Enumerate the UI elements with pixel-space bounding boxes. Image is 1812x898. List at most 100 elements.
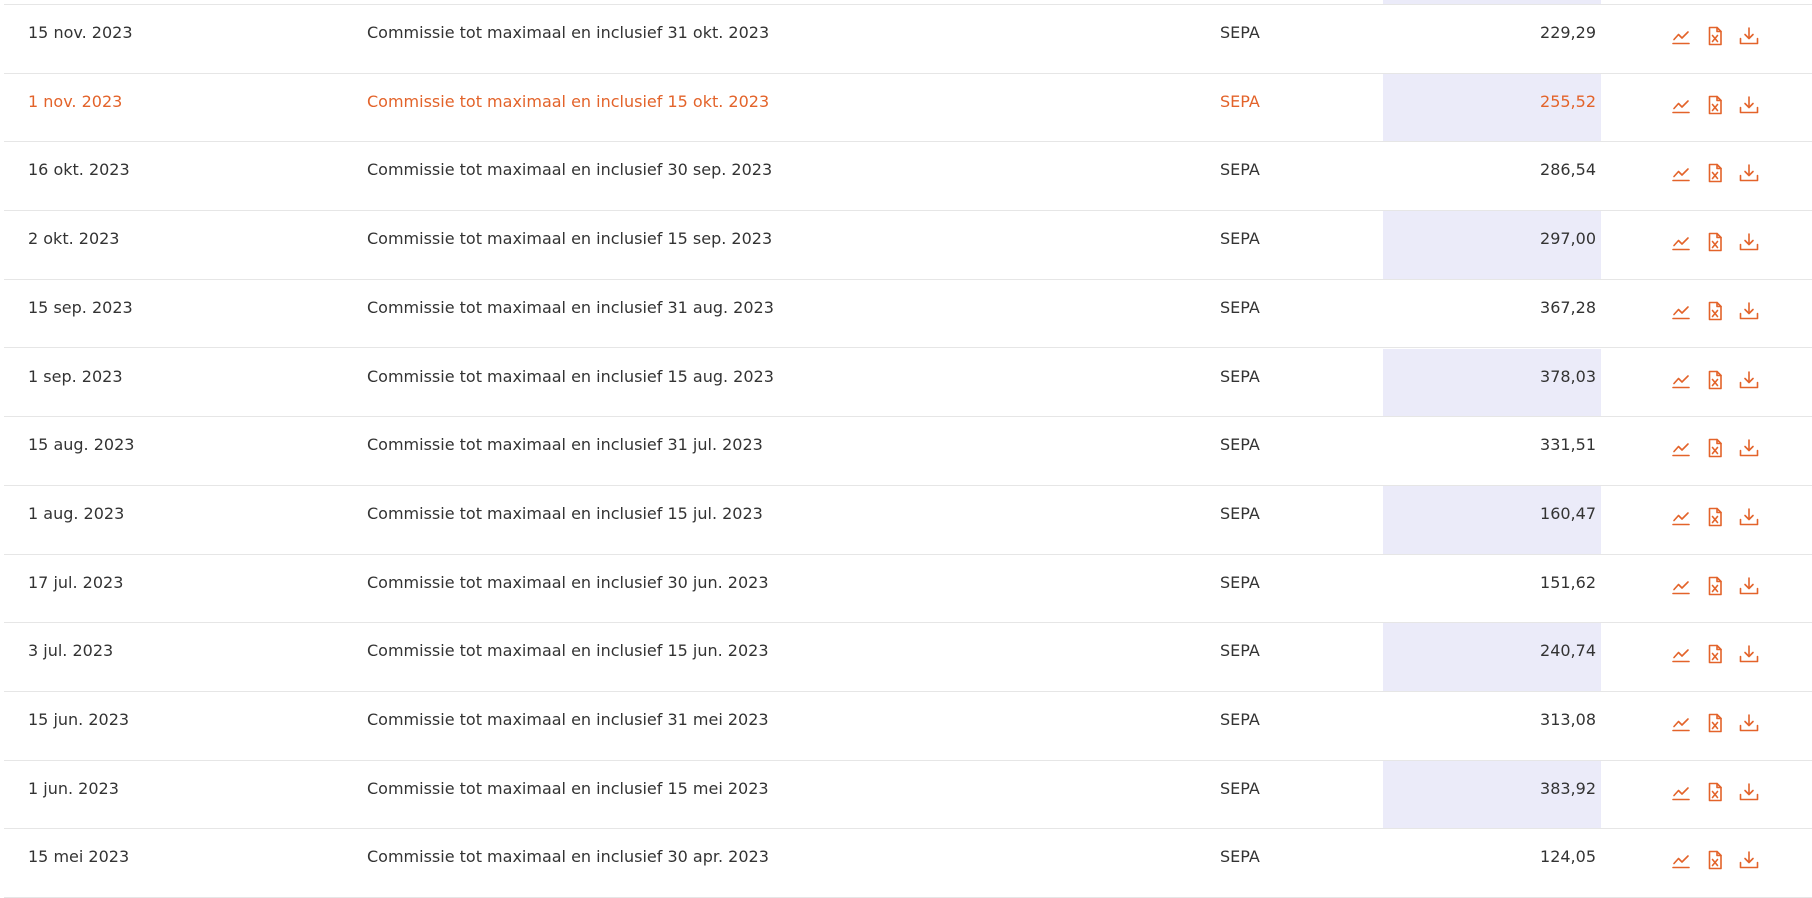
table-row[interactable]: 15 mei 2023 Commissie tot maximaal en inc… xyxy=(4,829,1812,898)
description-cell: Commissie tot maximaal en inclusief 15 o… xyxy=(367,91,770,111)
row-actions xyxy=(1671,370,1759,390)
payment-method-cell: SEPA xyxy=(1220,366,1260,386)
payment-method-cell: SEPA xyxy=(1220,435,1260,455)
row-actions xyxy=(1671,232,1759,252)
download-icon[interactable] xyxy=(1739,438,1759,458)
amount-cell: 331,51 xyxy=(1540,435,1596,455)
chart-icon[interactable] xyxy=(1671,782,1691,802)
table-row[interactable]: 15 aug. 2023 Commissie tot maximaal en in… xyxy=(4,417,1812,486)
download-icon[interactable] xyxy=(1739,301,1759,321)
date-cell: 2 okt. 2023 xyxy=(28,229,120,249)
amount-cell: 160,47 xyxy=(1540,503,1596,523)
payment-method-cell: SEPA xyxy=(1220,641,1260,661)
excel-file-icon[interactable] xyxy=(1705,782,1725,802)
download-icon[interactable] xyxy=(1739,163,1759,183)
row-actions xyxy=(1671,850,1759,870)
commission-payments-table: 15 nov. 2023 Commissie tot maximaal en in… xyxy=(0,0,1812,898)
chart-icon[interactable] xyxy=(1671,644,1691,664)
date-cell: 1 jun. 2023 xyxy=(28,778,119,798)
date-cell: 15 aug. 2023 xyxy=(28,435,135,455)
chart-icon[interactable] xyxy=(1671,438,1691,458)
date-cell: 15 sep. 2023 xyxy=(28,297,133,317)
download-icon[interactable] xyxy=(1739,782,1759,802)
row-actions xyxy=(1671,163,1759,183)
download-icon[interactable] xyxy=(1739,576,1759,596)
date-cell: 1 nov. 2023 xyxy=(28,91,123,111)
chart-icon[interactable] xyxy=(1671,95,1691,115)
excel-file-icon[interactable] xyxy=(1705,576,1725,596)
description-cell: Commissie tot maximaal en inclusief 15 m… xyxy=(367,778,769,798)
amount-cell: 151,62 xyxy=(1540,572,1596,592)
excel-file-icon[interactable] xyxy=(1705,370,1725,390)
date-cell: 15 mei 2023 xyxy=(28,847,130,867)
table-row[interactable]: 2 okt. 2023 Commissie tot maximaal en inc… xyxy=(4,211,1812,280)
table-row[interactable]: 1 jun. 2023 Commissie tot maximaal en inc… xyxy=(4,760,1812,830)
excel-file-icon[interactable] xyxy=(1705,507,1725,527)
description-cell: Commissie tot maximaal en inclusief 31 o… xyxy=(367,23,770,42)
payment-method-cell: SEPA xyxy=(1220,229,1260,249)
excel-file-icon[interactable] xyxy=(1705,438,1725,458)
payment-method-cell: SEPA xyxy=(1220,91,1260,111)
amount-cell: 313,08 xyxy=(1540,710,1596,729)
table-row[interactable]: 16 okt. 2023 Commissie tot maximaal en in… xyxy=(4,142,1812,212)
table-row[interactable]: 1 aug. 2023 Commissie tot maximaal en inc… xyxy=(4,485,1812,555)
chart-icon[interactable] xyxy=(1671,163,1691,183)
excel-file-icon[interactable] xyxy=(1705,95,1725,115)
excel-file-icon[interactable] xyxy=(1705,26,1725,46)
excel-file-icon[interactable] xyxy=(1705,850,1725,870)
table-row[interactable]: 15 sep. 2023 Commissie tot maximaal en in… xyxy=(4,280,1812,349)
table-row[interactable]: 3 jul. 2023 Commissie tot maximaal en inc… xyxy=(4,623,1812,692)
excel-file-icon[interactable] xyxy=(1705,301,1725,321)
table-row[interactable]: 15 nov. 2023 Commissie tot maximaal en in… xyxy=(4,5,1812,74)
chart-icon[interactable] xyxy=(1671,232,1691,252)
chart-icon[interactable] xyxy=(1671,301,1691,321)
row-actions xyxy=(1671,26,1759,46)
row-actions xyxy=(1671,782,1759,802)
download-icon[interactable] xyxy=(1739,713,1759,733)
amount-cell: 229,29 xyxy=(1540,23,1596,42)
payment-method-cell: SEPA xyxy=(1220,160,1260,180)
download-icon[interactable] xyxy=(1739,232,1759,252)
payment-method-cell: SEPA xyxy=(1220,572,1260,592)
download-icon[interactable] xyxy=(1739,850,1759,870)
table-row[interactable]: 17 jul. 2023 Commissie tot maximaal en in… xyxy=(4,555,1812,624)
payment-method-cell: SEPA xyxy=(1220,503,1260,523)
description-cell: Commissie tot maximaal en inclusief 31 a… xyxy=(367,297,774,317)
payment-method-cell: SEPA xyxy=(1220,23,1260,42)
date-cell: 16 okt. 2023 xyxy=(28,160,130,180)
description-cell: Commissie tot maximaal en inclusief 30 j… xyxy=(367,572,769,592)
download-icon[interactable] xyxy=(1739,95,1759,115)
table-row[interactable]: 1 sep. 2023 Commissie tot maximaal en inc… xyxy=(4,348,1812,418)
amount-cell: 297,00 xyxy=(1540,229,1596,249)
date-cell: 1 aug. 2023 xyxy=(28,503,125,523)
download-icon[interactable] xyxy=(1739,370,1759,390)
row-actions xyxy=(1671,95,1759,115)
download-icon[interactable] xyxy=(1739,507,1759,527)
date-cell: 3 jul. 2023 xyxy=(28,641,114,661)
amount-cell: 367,28 xyxy=(1540,297,1596,317)
row-actions xyxy=(1671,301,1759,321)
amount-cell: 286,54 xyxy=(1540,160,1596,180)
excel-file-icon[interactable] xyxy=(1705,644,1725,664)
chart-icon[interactable] xyxy=(1671,507,1691,527)
excel-file-icon[interactable] xyxy=(1705,232,1725,252)
excel-file-icon[interactable] xyxy=(1705,713,1725,733)
download-icon[interactable] xyxy=(1739,644,1759,664)
download-icon[interactable] xyxy=(1739,26,1759,46)
table-row[interactable]: 15 jun. 2023 Commissie tot maximaal en in… xyxy=(4,692,1812,761)
amount-cell: 383,92 xyxy=(1540,778,1596,798)
chart-icon[interactable] xyxy=(1671,576,1691,596)
description-cell: Commissie tot maximaal en inclusief 31 j… xyxy=(367,435,763,455)
chart-icon[interactable] xyxy=(1671,370,1691,390)
chart-icon[interactable] xyxy=(1671,850,1691,870)
excel-file-icon[interactable] xyxy=(1705,163,1725,183)
chart-icon[interactable] xyxy=(1671,26,1691,46)
row-actions xyxy=(1671,576,1759,596)
description-cell: Commissie tot maximaal en inclusief 15 j… xyxy=(367,503,763,523)
row-actions xyxy=(1671,644,1759,664)
table-row[interactable]: 1 nov. 2023 Commissie tot maximaal en inc… xyxy=(4,73,1812,143)
chart-icon[interactable] xyxy=(1671,713,1691,733)
amount-cell: 240,74 xyxy=(1540,641,1596,661)
row-actions xyxy=(1671,713,1759,733)
amount-cell: 124,05 xyxy=(1540,847,1596,867)
